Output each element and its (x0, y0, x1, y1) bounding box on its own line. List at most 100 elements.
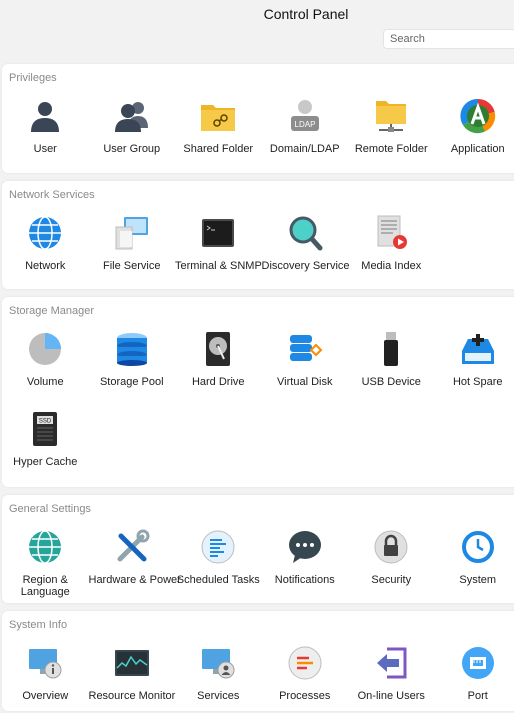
user-group-icon (114, 98, 150, 134)
item-label: Media Index (348, 260, 435, 272)
item-scheduled-tasks[interactable]: Scheduled Tasks (175, 517, 262, 597)
item-security[interactable]: Security (348, 517, 435, 597)
section-system-info: System Info Overview Resource Monitor (2, 611, 514, 711)
item-media-index[interactable]: Media Index (348, 203, 435, 283)
ldap-text: LDAP (294, 120, 315, 129)
item-label: Port (435, 690, 514, 702)
item-hyper-cache[interactable]: SSD Hyper Cache (2, 399, 89, 479)
item-label: Scheduled Tasks (175, 574, 262, 586)
chat-bubble-icon (287, 529, 323, 565)
remote-folder-icon (373, 98, 409, 134)
tasks-icon (200, 529, 236, 565)
item-region-language[interactable]: Region & Language (2, 517, 89, 597)
item-volume[interactable]: Volume (2, 319, 89, 399)
item-label: Terminal & SNMP (175, 260, 262, 272)
item-online-users[interactable]: On-line Users (348, 633, 435, 713)
item-virtual-disk[interactable]: Virtual Disk (262, 319, 349, 399)
globe-icon (27, 215, 63, 251)
item-label: System (435, 574, 514, 586)
item-label: Virtual Disk (262, 376, 349, 388)
item-port[interactable]: Port (435, 633, 514, 713)
item-label: Discovery Service (262, 260, 349, 272)
item-label: Application (435, 143, 514, 155)
section-title: Network Services (2, 181, 514, 203)
tools-icon (114, 529, 150, 565)
item-file-service[interactable]: File Service (89, 203, 176, 283)
item-label: Processes (262, 690, 349, 702)
system-clock-icon (460, 529, 496, 565)
hot-spare-icon (460, 331, 496, 367)
item-label: User (2, 143, 89, 155)
item-label: Services (175, 690, 262, 702)
processes-icon (287, 645, 323, 681)
item-label: On-line Users (348, 690, 435, 702)
section-title: General Settings (2, 495, 514, 517)
item-label: Region & Language (2, 574, 89, 598)
item-terminal-snmp[interactable]: Terminal & SNMP (175, 203, 262, 283)
item-label: Resource Monitor (89, 690, 176, 702)
item-overview[interactable]: Overview (2, 633, 89, 713)
item-label: Hardware & Power (89, 574, 176, 586)
magnifier-icon (287, 215, 323, 251)
usb-icon (373, 331, 409, 367)
hard-drive-icon (200, 331, 236, 367)
item-label: User Group (89, 143, 176, 155)
ldap-icon: LDAP (287, 98, 323, 134)
item-label: Security (348, 574, 435, 586)
item-remote-folder[interactable]: Remote Folder (348, 86, 435, 166)
item-label: Hot Spare (435, 376, 514, 388)
item-hardware-power[interactable]: Hardware & Power (89, 517, 176, 597)
item-shared-folder[interactable]: Shared Folder (175, 86, 262, 166)
section-title: Privileges (2, 64, 514, 86)
item-domain-ldap[interactable]: LDAP Domain/LDAP (262, 86, 349, 166)
header: Control Panel (0, 0, 514, 64)
virtual-disk-icon (287, 331, 323, 367)
section-storage-manager: Storage Manager Volume Storage Pool (2, 297, 514, 487)
item-resource-monitor[interactable]: Resource Monitor (89, 633, 176, 713)
item-system[interactable]: System (435, 517, 514, 597)
volume-pie-icon (27, 331, 63, 367)
item-label: Remote Folder (348, 143, 435, 155)
item-label: Network (2, 260, 89, 272)
media-index-icon (373, 215, 409, 251)
item-network[interactable]: Network (2, 203, 89, 283)
item-label: Domain/LDAP (262, 143, 349, 155)
storage-pool-icon (114, 331, 150, 367)
section-privileges: Privileges User User Group (2, 64, 514, 173)
item-application[interactable]: Application (435, 86, 514, 166)
item-storage-pool[interactable]: Storage Pool (89, 319, 176, 399)
section-title: System Info (2, 611, 514, 633)
section-title: Storage Manager (2, 297, 514, 319)
item-usb-device[interactable]: USB Device (348, 319, 435, 399)
item-label: Hyper Cache (2, 456, 89, 468)
item-label: Volume (2, 376, 89, 388)
overview-icon (27, 645, 63, 681)
port-icon (460, 645, 496, 681)
item-label: Overview (2, 690, 89, 702)
item-user[interactable]: User (2, 86, 89, 166)
search-input[interactable] (383, 29, 514, 49)
section-network-services: Network Services Network File Service (2, 181, 514, 289)
item-notifications[interactable]: Notifications (262, 517, 349, 597)
item-hot-spare[interactable]: Hot Spare (435, 319, 514, 399)
item-label: File Service (89, 260, 176, 272)
item-user-group[interactable]: User Group (89, 86, 176, 166)
resource-monitor-icon (114, 645, 150, 681)
online-users-icon (373, 645, 409, 681)
user-icon (27, 98, 63, 134)
item-hard-drive[interactable]: Hard Drive (175, 319, 262, 399)
item-label: Notifications (262, 574, 349, 586)
item-processes[interactable]: Processes (262, 633, 349, 713)
services-icon (200, 645, 236, 681)
item-services[interactable]: Services (175, 633, 262, 713)
ssd-icon: SSD (27, 411, 63, 447)
item-discovery-service[interactable]: Discovery Service (262, 203, 349, 283)
ssd-text: SSD (39, 419, 52, 425)
region-globe-icon (27, 529, 63, 565)
terminal-icon (200, 215, 236, 251)
section-general-settings: General Settings Region & Language Hardw… (2, 495, 514, 603)
lock-icon (373, 529, 409, 565)
item-label: USB Device (348, 376, 435, 388)
application-icon (460, 98, 496, 134)
item-label: Storage Pool (89, 376, 176, 388)
